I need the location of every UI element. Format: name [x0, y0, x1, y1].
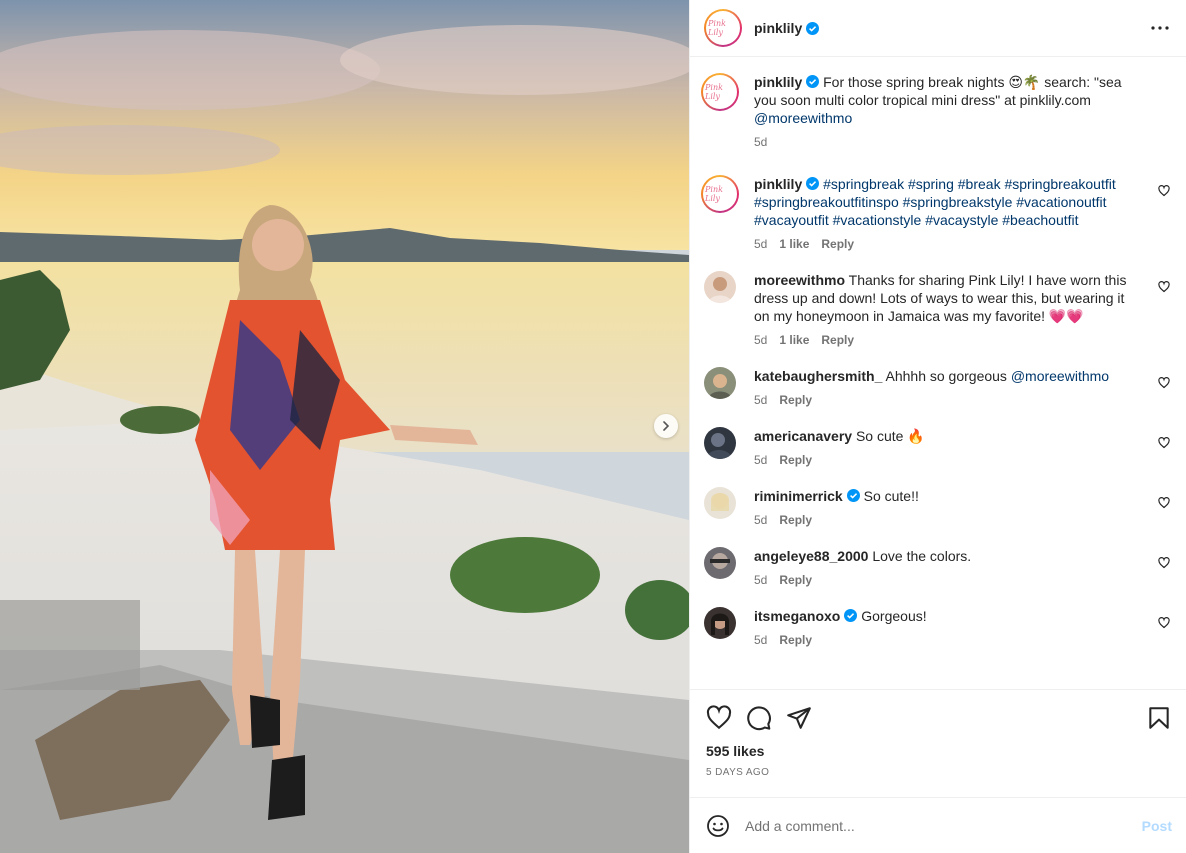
comment-username[interactable]: americanavery	[754, 428, 852, 444]
comment-item: itsmeganoxo Gorgeous! 5d Reply	[704, 607, 1170, 649]
comment-time[interactable]: 5d	[754, 331, 767, 349]
caption-avatar[interactable]: Pink Lily	[701, 73, 739, 111]
comment-like-heart-icon[interactable]	[1158, 437, 1170, 449]
avatar-logo-text: Pink Lily	[705, 185, 723, 203]
comment-like-heart-icon[interactable]	[1158, 617, 1170, 629]
caption: Pink Lily pinklily For those spring brea…	[701, 73, 1170, 151]
header-username[interactable]: pinklily	[754, 20, 802, 36]
likes-count[interactable]: 595 likes	[706, 743, 1172, 759]
post-media	[0, 0, 689, 853]
verified-badge-icon	[806, 21, 820, 35]
verified-badge-icon	[844, 609, 858, 622]
reply-button[interactable]: Reply	[821, 331, 854, 349]
comment-username[interactable]: angeleye88_2000	[754, 548, 868, 564]
comment-like-heart-icon[interactable]	[1158, 377, 1170, 389]
verified-badge-icon	[806, 177, 820, 190]
comment-username[interactable]: pinklily	[754, 176, 802, 192]
post-header: Pink Lily pinklily	[690, 0, 1186, 57]
comment-item: americanavery So cute 🔥 5d Reply	[704, 427, 1170, 469]
comment-item: angeleye88_2000 Love the colors. 5d Reply	[704, 547, 1170, 589]
comment-avatar[interactable]	[704, 367, 736, 399]
post-actions: 595 likes 5 DAYS AGO	[690, 689, 1186, 778]
comment-username[interactable]: katebaughersmith_	[754, 368, 882, 384]
reply-button[interactable]: Reply	[779, 571, 812, 589]
caption-mention-link[interactable]: @moreewithmo	[754, 110, 852, 126]
comment-likes[interactable]: 1 like	[779, 331, 809, 349]
comment-time[interactable]: 5d	[754, 511, 767, 529]
caption-username[interactable]: pinklily	[754, 74, 802, 90]
emoji-icon[interactable]	[706, 814, 730, 838]
more-horizontal-icon	[1151, 26, 1169, 30]
comment-item: moreewithmo Thanks for sharing Pink Lily…	[704, 271, 1170, 349]
verified-badge-icon	[806, 75, 820, 88]
post-side-panel: Pink Lily pinklily Pink Lily pinklily Fo…	[689, 0, 1186, 853]
comment-username[interactable]: riminimerrick	[754, 488, 843, 504]
comment-input[interactable]	[745, 817, 1142, 834]
post-date[interactable]: 5 DAYS AGO	[706, 767, 1172, 778]
comment-like-heart-icon[interactable]	[1158, 281, 1170, 293]
comment-avatar[interactable]	[704, 607, 736, 639]
post-photo	[0, 0, 689, 853]
comments-list: Pink Lily pinklily For those spring brea…	[690, 57, 1186, 689]
comment-time[interactable]: 5d	[754, 391, 767, 409]
comment-item: katebaughersmith_ Ahhhh so gorgeous @mor…	[704, 367, 1170, 409]
bookmark-icon[interactable]	[1146, 705, 1172, 731]
comment-item: riminimerrick So cute!! 5d Reply	[704, 487, 1170, 529]
post-comment-button[interactable]: Post	[1142, 818, 1172, 834]
comment-time[interactable]: 5d	[754, 451, 767, 469]
reply-button[interactable]: Reply	[779, 391, 812, 409]
more-options-button[interactable]	[1148, 16, 1172, 40]
share-icon[interactable]	[786, 705, 812, 731]
comment-like-heart-icon[interactable]	[1158, 497, 1170, 509]
comment-avatar[interactable]: Pink Lily	[701, 175, 739, 213]
comment-like-heart-icon[interactable]	[1158, 185, 1170, 197]
profile-avatar[interactable]: Pink Lily	[704, 9, 742, 47]
action-icons-bar	[706, 702, 1172, 734]
avatar-logo-text: Pink Lily	[705, 83, 723, 101]
instagram-post: Pink Lily pinklily Pink Lily pinklily Fo…	[0, 0, 1186, 853]
comment-mention-link[interactable]: @moreewithmo	[1011, 368, 1109, 384]
comment-avatar[interactable]	[704, 547, 736, 579]
comment-icon[interactable]	[746, 705, 772, 731]
heart-icon[interactable]	[706, 705, 732, 731]
comment-avatar[interactable]	[704, 427, 736, 459]
comment-username[interactable]: moreewithmo	[754, 272, 845, 288]
verified-badge-icon	[846, 489, 860, 502]
comment-username[interactable]: itsmeganoxo	[754, 608, 840, 624]
reply-button[interactable]: Reply	[779, 631, 812, 649]
comment-avatar[interactable]	[704, 271, 736, 303]
comment-time[interactable]: 5d	[754, 235, 767, 253]
comment-likes[interactable]: 1 like	[779, 235, 809, 253]
chevron-right-icon	[663, 421, 670, 431]
comment-time[interactable]: 5d	[754, 571, 767, 589]
comment-text: So cute!!	[863, 488, 919, 504]
reply-button[interactable]: Reply	[779, 451, 812, 469]
comment-avatar[interactable]	[704, 487, 736, 519]
comment-text: Gorgeous!	[861, 608, 927, 624]
comment-text: So cute 🔥	[855, 428, 925, 444]
comment-text: Ahhhh so gorgeous	[885, 368, 1007, 384]
reply-button[interactable]: Reply	[779, 511, 812, 529]
add-comment-bar: Post	[690, 797, 1186, 853]
reply-button[interactable]: Reply	[821, 235, 854, 253]
comment-text: Love the colors.	[872, 548, 972, 564]
caption-time[interactable]: 5d	[754, 133, 767, 151]
comment-item: Pink Lily pinklily #springbreak #spring …	[701, 175, 1170, 253]
comment-time[interactable]: 5d	[754, 631, 767, 649]
avatar-logo-text: Pink Lily	[708, 19, 726, 37]
next-image-button[interactable]	[654, 414, 678, 438]
comment-like-heart-icon[interactable]	[1158, 557, 1170, 569]
